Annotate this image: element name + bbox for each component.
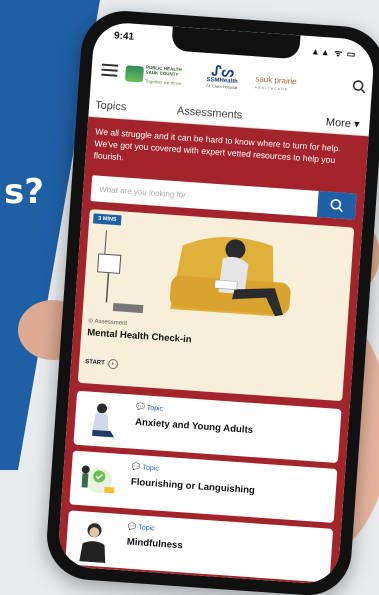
public-health-sauk-county-logo[interactable]: PUBLIC HEALTH SAUK COUNTY Together we th… — [124, 59, 188, 95]
background-question-text: s? — [4, 172, 44, 212]
content-panel: We all struggle and it can be hard to kn… — [56, 116, 369, 586]
start-label: START — [85, 359, 105, 367]
tab-more[interactable]: More ▾ — [325, 115, 359, 130]
topic-title: Mindfulness — [126, 536, 183, 552]
topic-tag: 💬 Topic — [131, 463, 160, 473]
topic-tag: 💬 Topic — [127, 523, 155, 533]
logo1-subtext: Together we thrive — [144, 78, 182, 87]
search-input[interactable] — [90, 175, 277, 215]
tab-topics[interactable]: Topics — [95, 99, 127, 113]
person-portrait-illustration — [69, 514, 119, 564]
assessment-title: Mental Health Check-in — [86, 327, 192, 346]
checklist-figure-illustration — [73, 454, 123, 504]
topic-card[interactable]: 💬 Topic Flourishing or Languishing — [69, 450, 338, 523]
phone-screen: 9:41 ▲▲ ᯤ ▭ PUBLIC HEALTH SAUK COUNTY To… — [56, 21, 376, 586]
topic-tag-label: Topic — [146, 404, 164, 413]
search-icon[interactable] — [352, 79, 367, 94]
topic-tag-label: Topic — [142, 464, 160, 473]
logo1-text: PUBLIC HEALTH SAUK COUNTY — [145, 64, 182, 77]
topic-card[interactable]: 💬 Topic Mindfulness — [65, 510, 334, 583]
status-time: 9:41 — [113, 30, 135, 43]
assessment-tag: ⊙ Assessment — [87, 318, 128, 327]
topic-tag: 💬 Topic — [135, 403, 164, 413]
topic-card[interactable]: 💬 Topic Anxiety and Young Adults — [73, 390, 342, 464]
ssm-health-logo[interactable]: ᔑᔕ SSMHealth St. Clare Hospital — [198, 62, 246, 99]
topic-title: Flourishing or Languishing — [130, 476, 256, 497]
arrow-right-icon: › — [107, 358, 119, 370]
sauk-prairie-healthcare-logo[interactable]: sauk prairie HEALTHCARE — [254, 74, 319, 96]
tab-assessments[interactable]: Assessments — [177, 105, 243, 122]
intro-text: We all struggle and it can be hard to kn… — [93, 126, 341, 166]
woman-reading-in-armchair-illustration — [82, 209, 349, 333]
search-button-icon — [330, 198, 343, 213]
featured-assessment-card[interactable]: 3 MINS ⊙ Assessment Mental Health Check-… — [77, 209, 355, 402]
start-button[interactable]: START › — [85, 357, 119, 370]
person-sitting-illustration — [77, 394, 127, 445]
smartphone: 9:41 ▲▲ ᯤ ▭ PUBLIC HEALTH SAUK COUNTY To… — [44, 8, 379, 595]
hamburger-menu-icon[interactable] — [101, 63, 119, 77]
signal-wifi-battery-icon: ▲▲ ᯤ ▭ — [310, 46, 357, 60]
assessment-tag-label: Assessment — [94, 318, 128, 327]
topic-title: Anxiety and Young Adults — [134, 416, 254, 437]
tree-icon — [124, 65, 144, 83]
topic-tag-label: Topic — [138, 524, 155, 533]
duration-badge: 3 MINS — [92, 213, 122, 226]
search-button[interactable] — [316, 191, 357, 220]
